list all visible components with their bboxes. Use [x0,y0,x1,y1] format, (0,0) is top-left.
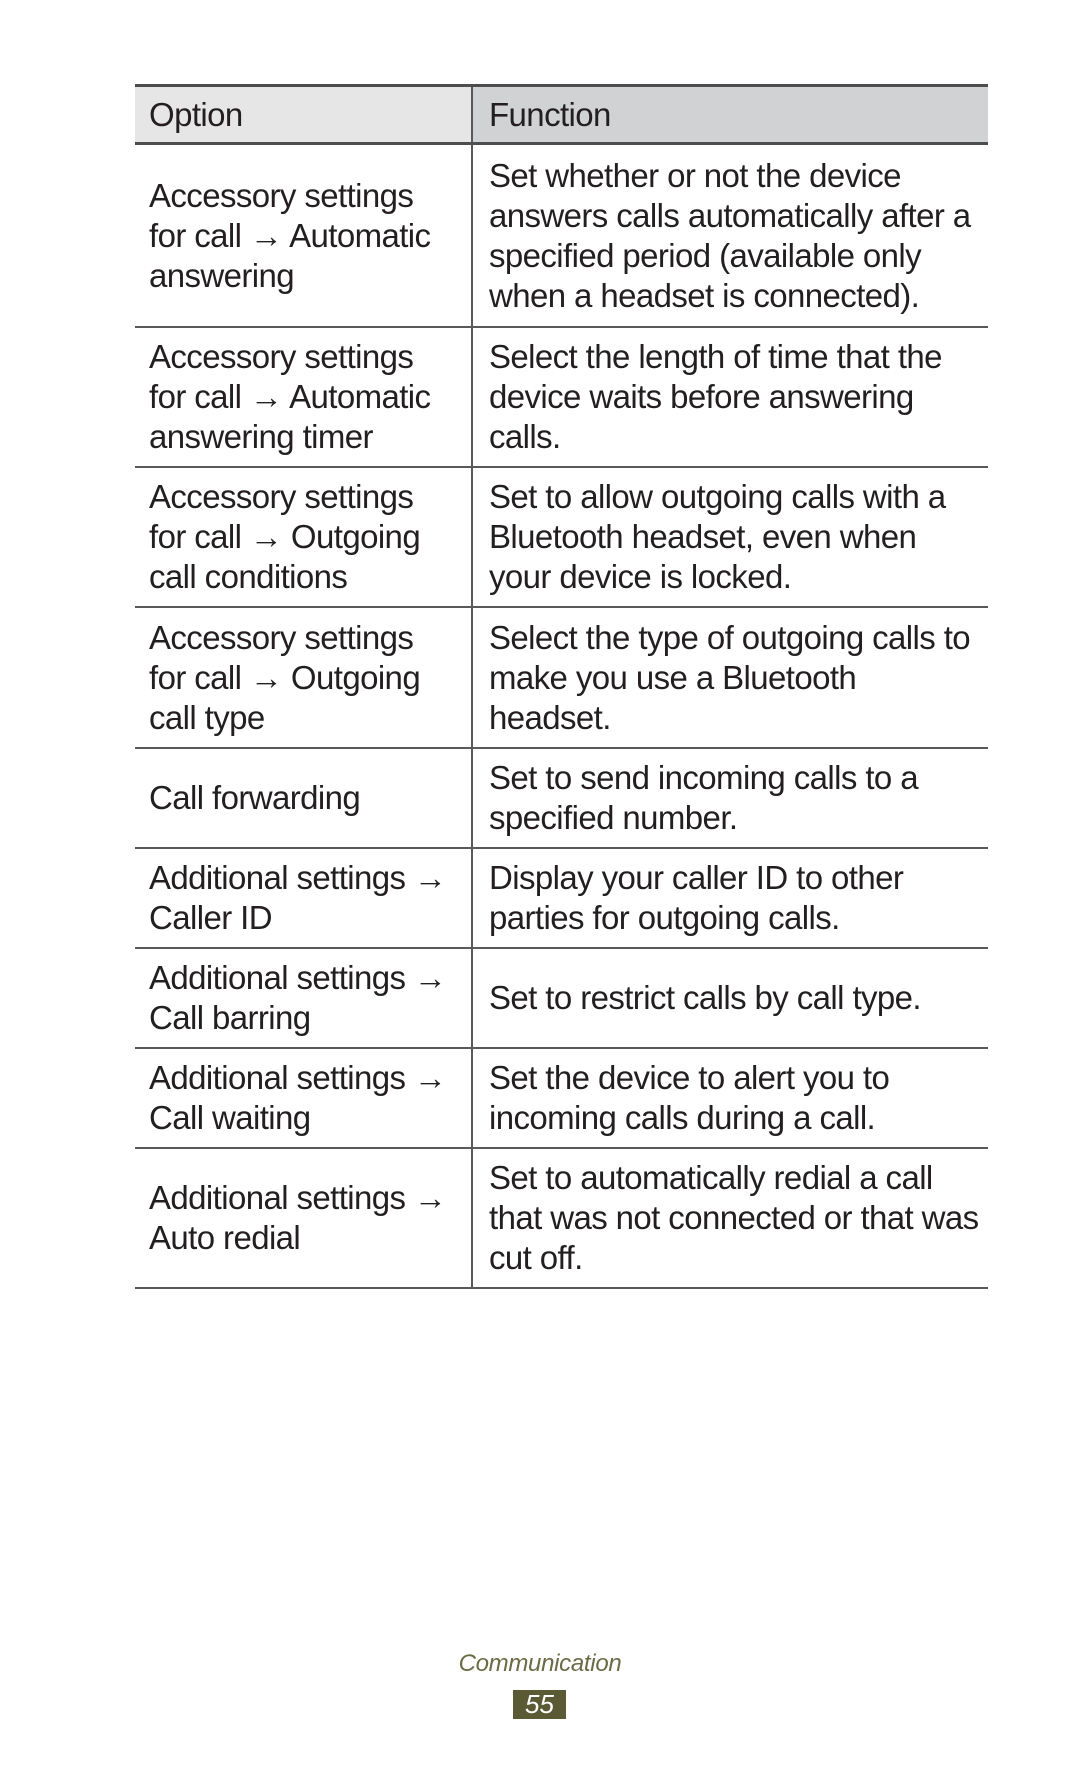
function-cell: Set to send incoming calls to a specifie… [489,759,919,836]
table-row: Additional settings → Call barring Set t… [135,949,988,1049]
table-header-row: Option Function [135,87,988,145]
option-cell: Additional settings → Call waiting [135,1049,473,1147]
option-cell: Additional settings → Auto redial [135,1149,473,1287]
option-cell: Call forwarding [135,749,473,847]
table-row: Accessory settings for call → Outgoing c… [135,608,988,749]
table-row: Accessory settings for call → Outgoing c… [135,468,988,608]
options-table: Option Function Accessory settings for c… [135,84,988,1289]
function-cell: Set to restrict calls by call type. [489,979,922,1016]
function-cell: Set to allow outgoing calls with a Bluet… [489,478,946,595]
function-cell: Set whether or not the device answers ca… [489,156,971,314]
option-cell: Accessory settings for call → Automatic … [135,145,473,326]
option-cell: Additional settings → Caller ID [135,849,473,947]
option-cell: Additional settings → Call barring [135,949,473,1047]
function-cell: Display your caller ID to other parties … [489,859,904,936]
header-option: Option [135,87,473,142]
table-row: Additional settings → Auto redial Set to… [135,1149,988,1289]
function-cell: Select the type of outgoing calls to mak… [489,618,971,736]
function-cell: Set to automatically redial a call that … [489,1159,979,1276]
table-row: Accessory settings for call → Automatic … [135,328,988,468]
option-cell: Accessory settings for call → Outgoing c… [135,468,473,606]
table-row: Accessory settings for call → Automatic … [135,145,988,328]
option-cell: Accessory settings for call → Outgoing c… [135,608,473,747]
table-row: Additional settings → Call waiting Set t… [135,1049,988,1149]
header-function: Function [473,87,988,142]
table-row: Additional settings → Caller ID Display … [135,849,988,949]
function-cell: Set the device to alert you to incoming … [489,1059,890,1136]
table-row: Call forwarding Set to send incoming cal… [135,749,988,849]
function-cell: Select the length of time that the devic… [489,338,943,455]
option-cell: Accessory settings for call → Automatic … [135,328,473,466]
page-number-badge: 55 [513,1690,566,1719]
footer-section-title: Communication [458,1650,622,1677]
